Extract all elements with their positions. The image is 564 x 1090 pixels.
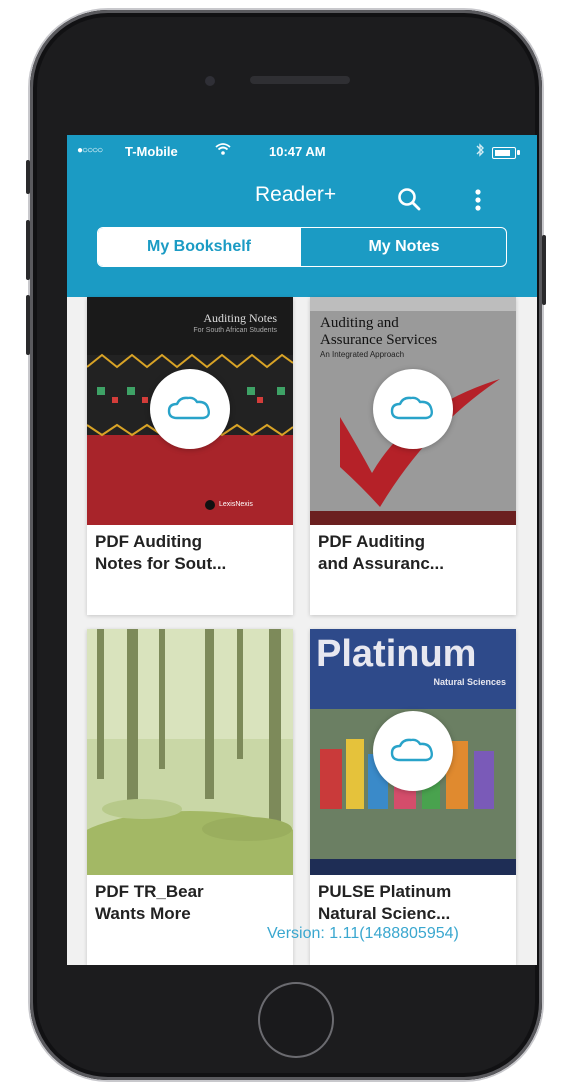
book-cover [87, 629, 293, 875]
tab-my-notes[interactable]: My Notes [300, 228, 506, 266]
carrier-name: T-Mobile [125, 144, 178, 159]
book-title-line-1: PULSE Platinum [318, 882, 452, 901]
book-title: PDF TR_Bear Wants More [95, 881, 285, 925]
cloud-download-button[interactable] [373, 369, 453, 449]
book-title-line-2: Wants More [95, 904, 191, 923]
cover-subtitle-text: An Integrated Approach [320, 350, 405, 359]
cover-title-line-2: Assurance Services [320, 332, 438, 348]
book-title: PDF Auditing Notes for Sout... [95, 531, 285, 575]
more-options-button[interactable] [467, 185, 489, 215]
earpiece-speaker [250, 76, 350, 84]
mute-switch [26, 160, 30, 194]
status-time: 10:47 AM [269, 144, 326, 159]
home-button[interactable] [258, 982, 334, 1058]
app-screen: ●○○○○ T-Mobile 10:47 AM Reader+ My Books… [67, 135, 537, 965]
book-title-line-2: Notes for Sout... [95, 554, 227, 573]
cloud-icon [167, 396, 211, 420]
book-card-tr-bear[interactable]: PDF TR_Bear Wants More [87, 629, 293, 965]
segmented-control: My Bookshelf My Notes [97, 227, 507, 267]
front-camera [205, 76, 215, 86]
book-title: PULSE Platinum Natural Scienc... [318, 881, 508, 925]
cover-publisher-text: LexisNexis [219, 501, 253, 508]
version-label: Version: 1.11(1488805954) [267, 925, 459, 942]
cover-title-line-1: Auditing and [320, 315, 399, 331]
book-card-auditing-notes[interactable]: Auditing Notes For South African Student… [87, 297, 293, 615]
book-title-line-1: PDF Auditing [318, 532, 426, 551]
cover-title-text: Auditing Notes [203, 311, 277, 325]
battery-level-fill [495, 150, 510, 156]
wifi-icon [215, 142, 231, 159]
bookshelf-grid: Auditing Notes For South African Student… [67, 297, 537, 965]
volume-up-button [26, 220, 30, 280]
cover-title-text: Platinum [316, 633, 477, 675]
more-vertical-icon [475, 189, 481, 211]
app-title: Reader+ [255, 183, 337, 206]
book-title: PDF Auditing and Assuranc... [318, 531, 508, 575]
volume-down-button [26, 295, 30, 355]
bluetooth-icon [475, 143, 485, 160]
book-card-pulse-platinum[interactable]: Platinum Natural Sciences PULSE Platinum… [310, 629, 516, 965]
book-title-line-1: PDF Auditing [95, 532, 203, 551]
tab-my-bookshelf[interactable]: My Bookshelf [98, 228, 300, 266]
battery-tip [517, 150, 520, 155]
signal-strength: ●○○○○ [77, 145, 103, 156]
cover-subtitle-text: For South African Students [193, 327, 277, 334]
book-title-line-2: Natural Scienc... [318, 904, 451, 923]
book-title-line-2: and Assuranc... [318, 554, 444, 573]
power-button [542, 235, 546, 305]
search-icon [398, 188, 421, 211]
battery-icon [492, 147, 516, 159]
book-title-line-1: PDF TR_Bear [95, 882, 204, 901]
book-card-auditing-assurance[interactable]: Auditing and Assurance Services An Integ… [310, 297, 516, 615]
app-header: ●○○○○ T-Mobile 10:47 AM Reader+ My Books… [67, 135, 537, 297]
cloud-icon [390, 738, 434, 762]
cover-subtitle-text: Natural Sciences [433, 677, 506, 687]
cloud-icon [390, 396, 434, 420]
status-bar: ●○○○○ T-Mobile 10:47 AM [67, 143, 537, 163]
cloud-download-button[interactable] [373, 711, 453, 791]
search-button[interactable] [395, 185, 425, 215]
cloud-download-button[interactable] [150, 369, 230, 449]
